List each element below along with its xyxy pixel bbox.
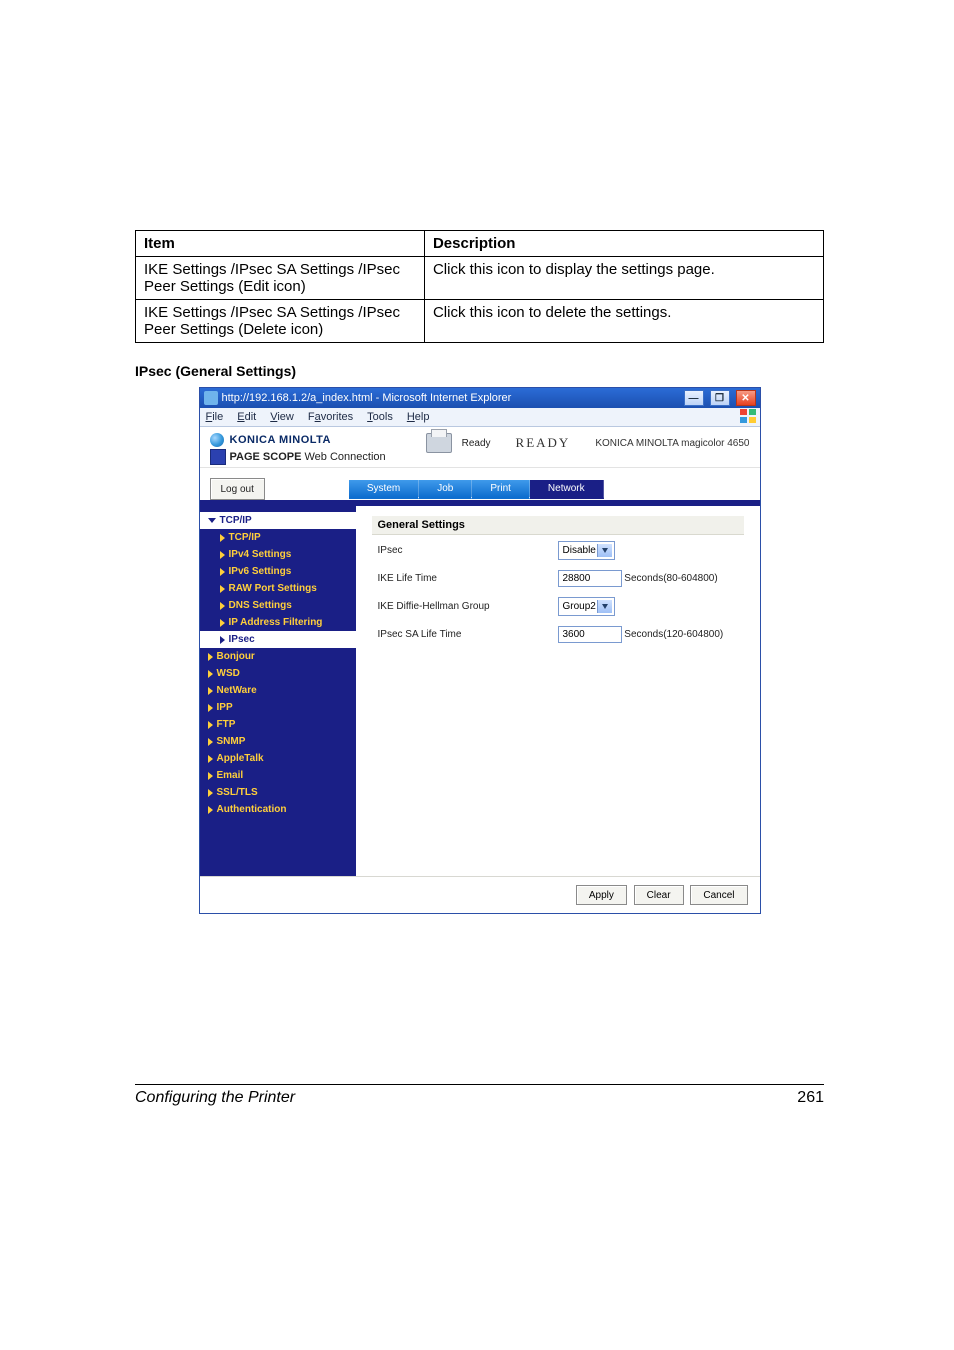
ready-status-small: Ready [462,438,491,449]
menu-edit[interactable]: Edit [237,411,256,423]
cell-item: IKE Settings /IPsec SA Settings /IPsec P… [136,300,425,343]
th-desc: Description [424,231,823,257]
sidebar-item-rawport[interactable]: RAW Port Settings [200,580,356,597]
menu-file[interactable]: File [206,411,224,423]
sidebar-item-dns[interactable]: DNS Settings [200,597,356,614]
ipsec-select[interactable]: Disable [558,541,615,560]
sidebar-item-ipfilter[interactable]: IP Address Filtering [200,614,356,631]
printer-icon [426,433,452,453]
clear-button[interactable]: Clear [634,885,684,905]
page-footer: Configuring the Printer 261 [135,1084,824,1107]
pagescope-icon [210,449,226,465]
menu-view[interactable]: View [270,411,294,423]
sidebar-cat-appletalk[interactable]: AppleTalk [200,750,356,767]
sidebar-cat-ipp[interactable]: IPP [200,699,356,716]
ie-icon [204,391,218,405]
menubar: File Edit View Favorites Tools Help [200,408,760,427]
windows-logo-icon [740,409,756,423]
label-ike-life: IKE Life Time [378,573,548,584]
tab-network[interactable]: Network [530,480,604,499]
dh-group-select[interactable]: Group2 [558,597,615,616]
ike-life-hint: Seconds(80-604800) [624,573,717,584]
close-button[interactable]: ✕ [736,390,756,406]
cell-desc: Click this icon to display the settings … [424,257,823,300]
minimize-button[interactable]: — [684,390,704,406]
model-name: KONICA MINOLTA magicolor 4650 [595,438,749,449]
tabs: System Job Print Network [349,480,604,499]
sa-life-hint: Seconds(120-604800) [624,629,723,640]
sidebar-cat-snmp[interactable]: SNMP [200,733,356,750]
sa-life-input[interactable]: 3600 [558,626,622,643]
table-row: IKE Settings /IPsec SA Settings /IPsec P… [136,300,824,343]
table-row: IKE Settings /IPsec SA Settings /IPsec P… [136,257,824,300]
sidebar-item-ipv6[interactable]: IPv6 Settings [200,563,356,580]
label-sa-life: IPsec SA Life Time [378,629,548,640]
sidebar-cat-email[interactable]: Email [200,767,356,784]
brand-logo-icon [210,433,224,447]
sidebar-cat-ssltls[interactable]: SSL/TLS [200,784,356,801]
sidebar-cat-ftp[interactable]: FTP [200,716,356,733]
window-titlebar: http://192.168.1.2/a_index.html - Micros… [200,388,760,408]
menu-favorites[interactable]: Favorites [308,411,353,423]
sidebar-cat-tcpip[interactable]: TCP/IP [200,512,356,529]
section-heading: IPsec (General Settings) [135,363,824,379]
maximize-button[interactable]: ❐ [710,390,730,406]
tabs-row: Log out System Job Print Network [200,468,760,500]
cell-item: IKE Settings /IPsec SA Settings /IPsec P… [136,257,425,300]
cell-desc: Click this icon to delete the settings. [424,300,823,343]
logout-button[interactable]: Log out [210,478,265,500]
pagescope-label: PAGE SCOPE Web Connection [230,451,386,463]
browser-window: http://192.168.1.2/a_index.html - Micros… [199,387,761,914]
footer-title: Configuring the Printer [135,1089,295,1107]
cancel-button[interactable]: Cancel [690,885,747,905]
sidebar-item-ipv4[interactable]: IPv4 Settings [200,546,356,563]
description-table: Item Description IKE Settings /IPsec SA … [135,230,824,343]
page-number: 261 [797,1089,824,1107]
app-header: KONICA MINOLTA PAGE SCOPE Web Connection… [200,427,760,468]
label-ike-dh: IKE Diffie-Hellman Group [378,601,548,612]
label-ipsec: IPsec [378,545,548,556]
app-body: TCP/IP TCP/IP IPv4 Settings IPv6 Setting… [200,506,760,876]
tab-job[interactable]: Job [419,480,472,499]
content-heading: General Settings [372,516,744,535]
sidebar-cat-netware[interactable]: NetWare [200,682,356,699]
content-pane: General Settings IPsec Disable IKE Life … [356,506,760,876]
sidebar-item-tcpip[interactable]: TCP/IP [200,529,356,546]
tab-print[interactable]: Print [472,480,530,499]
sidebar-cat-wsd[interactable]: WSD [200,665,356,682]
ike-life-input[interactable]: 28800 [558,570,622,587]
sidebar-cat-bonjour[interactable]: Bonjour [200,648,356,665]
apply-button[interactable]: Apply [576,885,627,905]
menu-help[interactable]: Help [407,411,430,423]
sidebar-cat-auth[interactable]: Authentication [200,801,356,818]
window-title: http://192.168.1.2/a_index.html - Micros… [222,392,678,404]
brand-name: KONICA MINOLTA [230,434,332,446]
ready-status-big: READY [501,435,586,451]
sidebar: TCP/IP TCP/IP IPv4 Settings IPv6 Setting… [200,506,356,876]
th-item: Item [136,231,425,257]
sidebar-item-ipsec[interactable]: IPsec [200,631,356,648]
tab-system[interactable]: System [349,480,419,499]
menu-tools[interactable]: Tools [367,411,393,423]
button-row: Apply Clear Cancel [200,876,760,913]
general-settings-form: IPsec Disable IKE Life Time 28800 Second… [372,535,744,643]
